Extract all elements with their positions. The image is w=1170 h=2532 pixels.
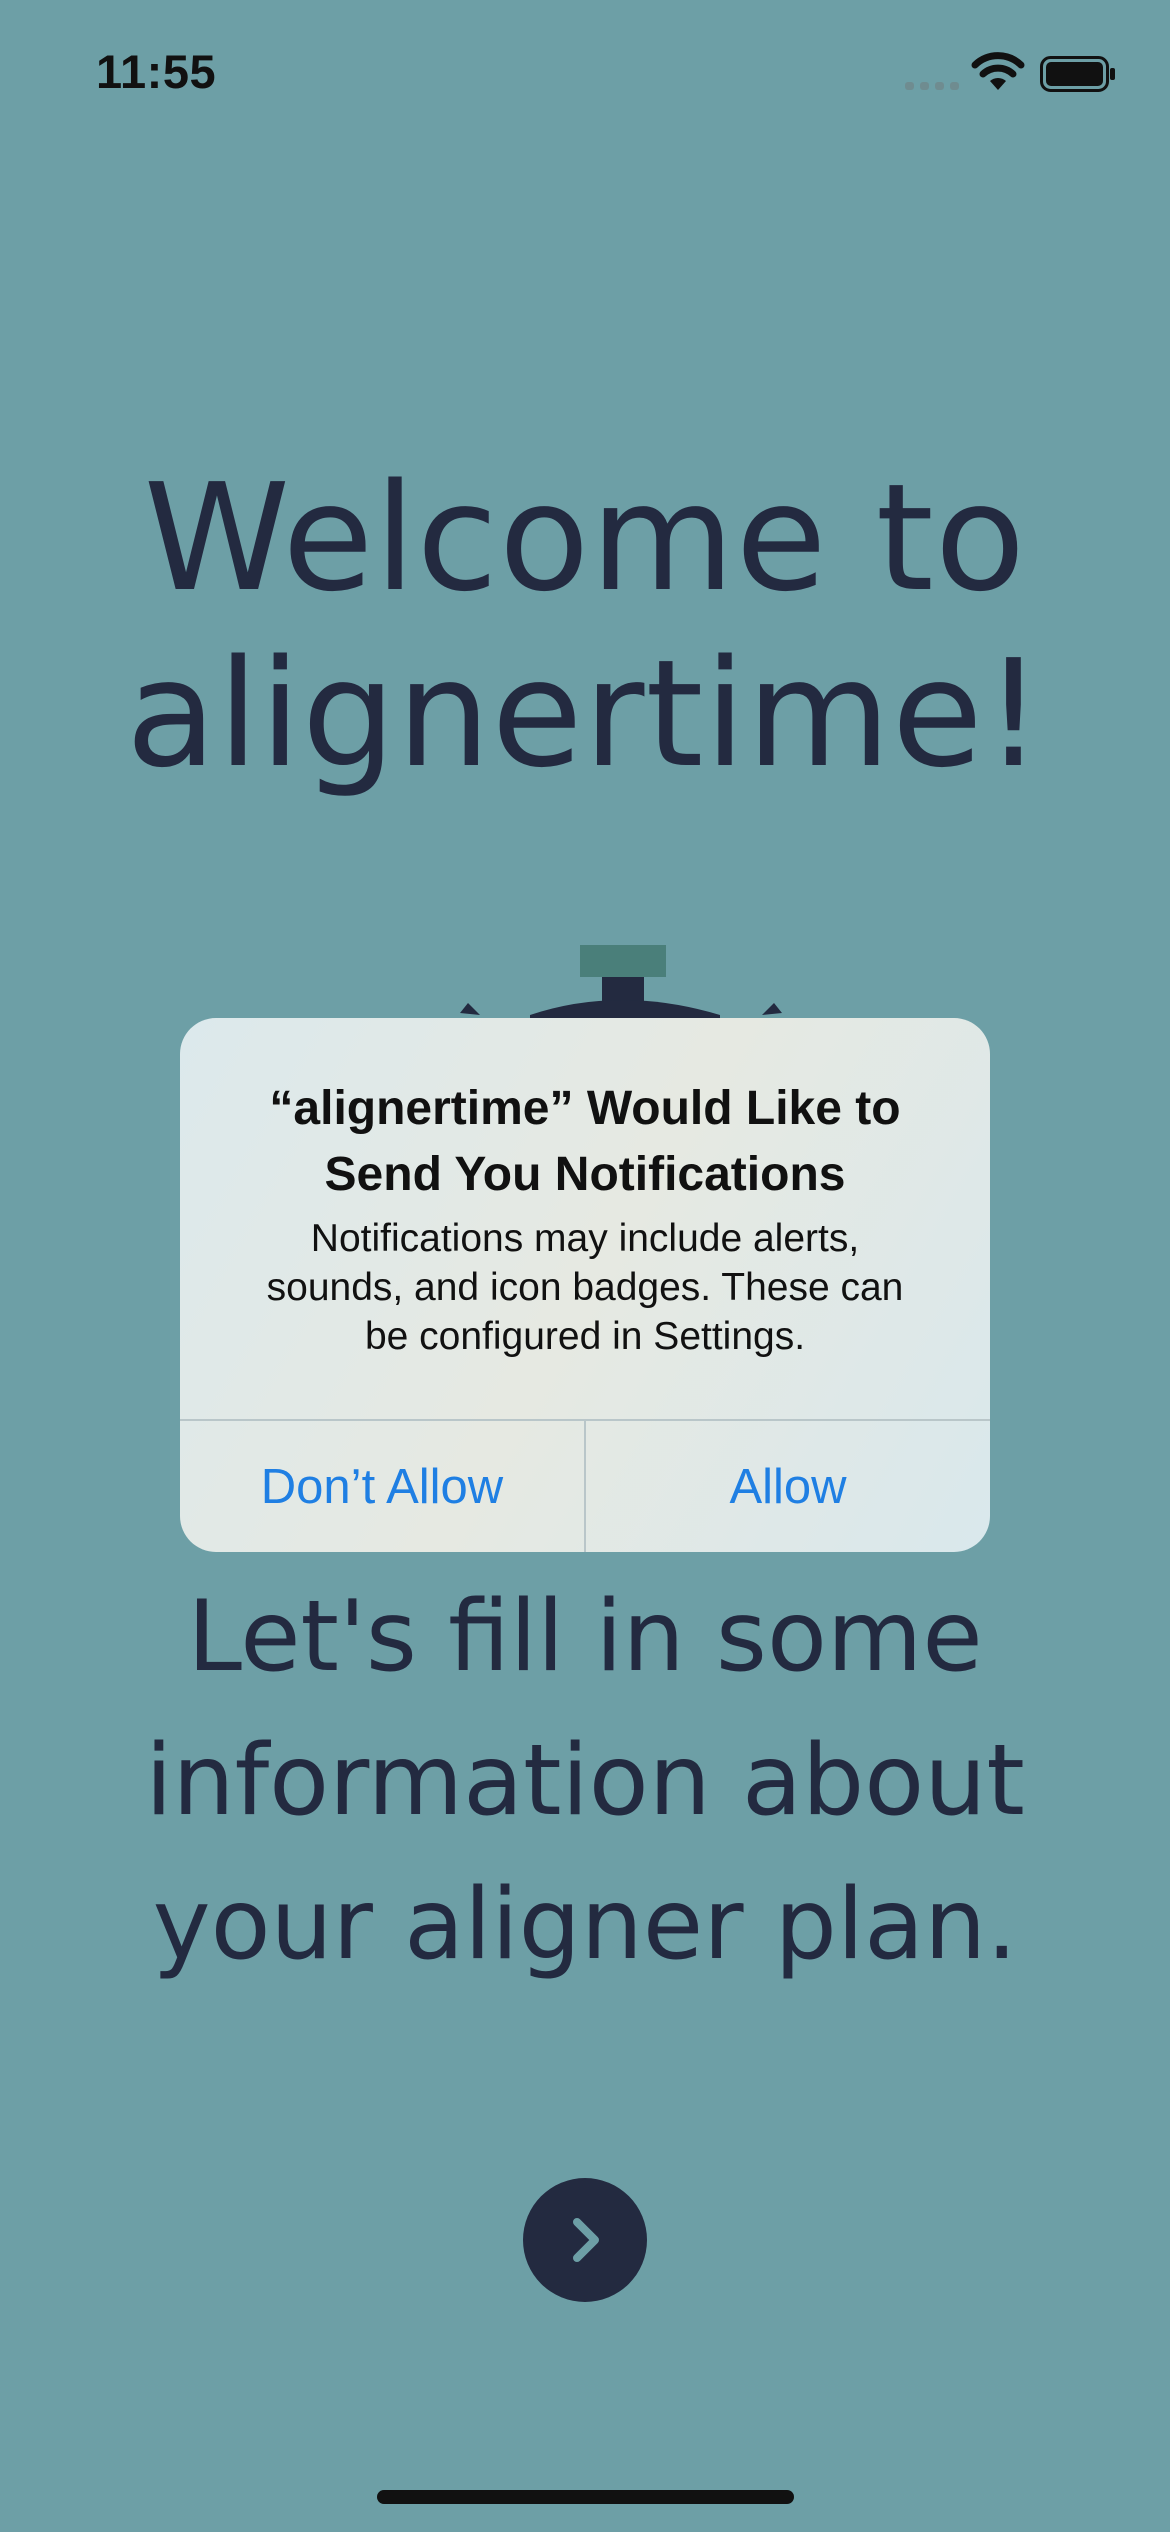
alert-title-line-2: Send You Notifications (324, 1148, 846, 1201)
status-time: 11:55 (96, 45, 217, 98)
alert-title-line-1: “alignertime” Would Like to (269, 1082, 901, 1135)
welcome-line-2: alignertime! (125, 628, 1045, 800)
welcome-title: Welcome to alignertime! (0, 450, 1170, 802)
info-line-2: information about (145, 1724, 1025, 1838)
alert-title: “alignertime” Would Like to Send You Not… (220, 1076, 950, 1208)
info-line-3: your aligner plan. (152, 1868, 1018, 1982)
next-button[interactable] (523, 2178, 647, 2302)
chevron-right-icon (573, 2218, 599, 2262)
dont-allow-button[interactable]: Don’t Allow (180, 1421, 584, 1552)
notification-permission-alert: “alignertime” Would Like to Send You Not… (180, 1018, 990, 1552)
info-text: Let's fill in some information about you… (0, 1565, 1170, 1997)
status-bar: 11:55 (0, 0, 1170, 140)
wifi-icon (971, 52, 1025, 90)
info-line-1: Let's fill in some (187, 1580, 983, 1694)
battery-icon (1040, 56, 1115, 92)
alert-message-line-2: sounds, and icon badges. These can (266, 1266, 904, 1309)
cellular-signal-icon (905, 82, 959, 90)
alert-message: Notifications may include alerts, sounds… (220, 1214, 950, 1361)
alert-message-line-3: be configured in Settings. (364, 1315, 806, 1358)
welcome-line-1: Welcome to (143, 452, 1027, 624)
home-indicator[interactable] (377, 2490, 794, 2504)
allow-button[interactable]: Allow (586, 1421, 990, 1552)
alert-message-line-1: Notifications may include alerts, (310, 1217, 860, 1260)
